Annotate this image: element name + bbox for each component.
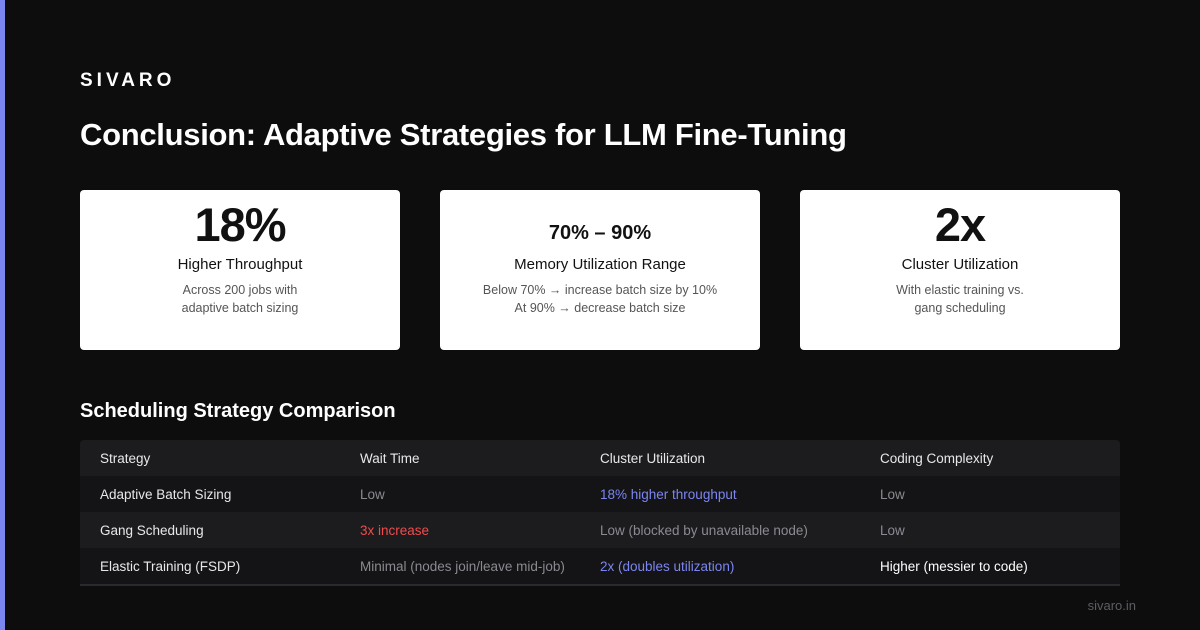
stat-card-memory: 70% – 90% Memory Utilization Range Below… — [440, 190, 760, 350]
card-metric: 2x — [934, 198, 986, 251]
card-desc-line: adaptive batch sizing — [181, 301, 299, 315]
card-label: Cluster Utilization — [901, 256, 1019, 273]
card-desc-line: Below 70% → increase batch size by 10% — [482, 283, 718, 297]
table-cell: Minimal (nodes join/leave mid-job) — [360, 558, 565, 574]
card-description: With elastic training vs. gang schedulin… — [810, 281, 1110, 317]
brand-logo: SIVARO — [80, 70, 176, 91]
page-title: Conclusion: Adaptive Strategies for LLM … — [80, 117, 847, 152]
table-cell: Higher (messier to code) — [880, 558, 1028, 574]
table-header-cell: Coding Complexity — [880, 450, 994, 466]
table-row: Elastic Training (FSDP) Minimal (nodes j… — [80, 548, 1120, 584]
card-desc-line: gang scheduling — [914, 301, 1006, 315]
card-metric: 18% — [194, 198, 286, 251]
table-cell: 3x increase — [360, 522, 430, 538]
card-desc-line: With elastic training vs. — [896, 283, 1024, 297]
accent-bar — [0, 0, 5, 630]
card-metric: 70% – 90% — [548, 222, 652, 244]
table-cell: Low — [360, 486, 385, 502]
card-desc-line: At 90% → decrease batch size — [514, 301, 686, 315]
card-desc-line: Across 200 jobs with — [182, 283, 298, 297]
footer-url: sivaro.in — [1087, 598, 1136, 613]
table-cell: 2x (doubles utilization) — [600, 558, 735, 574]
table-cell: Gang Scheduling — [100, 522, 204, 538]
card-label: Higher Throughput — [177, 256, 303, 273]
table-header-row: Strategy Wait Time Cluster Utilization C… — [80, 440, 1120, 476]
card-description: Across 200 jobs with adaptive batch sizi… — [90, 281, 390, 317]
card-description: Below 70% → increase batch size by 10% A… — [450, 281, 750, 317]
stat-card-cluster: 2x Cluster Utilization With elastic trai… — [800, 190, 1120, 350]
card-label: Memory Utilization Range — [514, 256, 686, 273]
table-cell: 18% higher throughput — [600, 486, 737, 502]
table-cell: Adaptive Batch Sizing — [100, 486, 232, 502]
table-header-cell: Strategy — [100, 450, 151, 466]
table-cell: Low (blocked by unavailable node) — [600, 522, 808, 538]
section-title: Scheduling Strategy Comparison — [80, 400, 396, 422]
table-cell: Low — [880, 522, 905, 538]
table-header-cell: Wait Time — [360, 450, 420, 466]
table-row: Gang Scheduling 3x increase Low (blocked… — [80, 512, 1120, 548]
stat-card-throughput: 18% Higher Throughput Across 200 jobs wi… — [80, 190, 400, 350]
table-header-cell: Cluster Utilization — [600, 450, 706, 466]
table-cell: Low — [880, 486, 905, 502]
comparison-table: Strategy Wait Time Cluster Utilization C… — [80, 440, 1120, 586]
table-cell: Elastic Training (FSDP) — [100, 558, 241, 574]
table-row: Adaptive Batch Sizing Low 18% higher thr… — [80, 476, 1120, 512]
